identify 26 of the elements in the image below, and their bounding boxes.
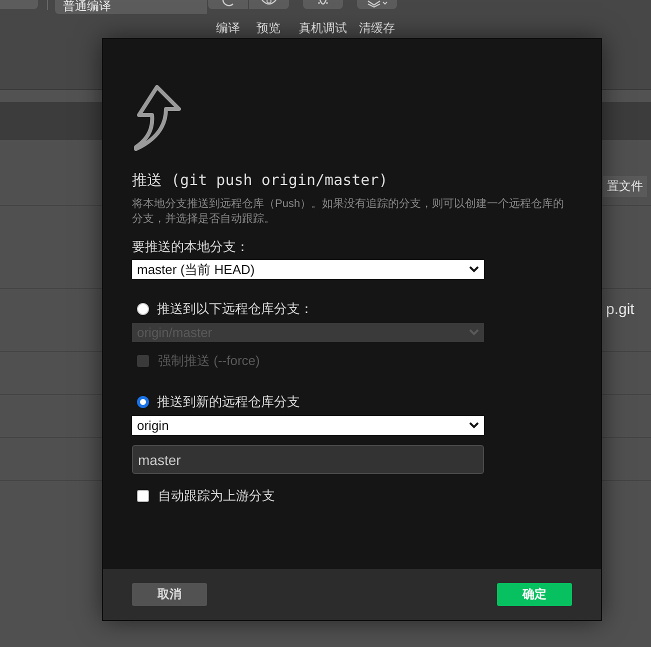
checkbox[interactable]: [137, 490, 149, 502]
radio-button[interactable]: [137, 396, 149, 408]
dialog-description: 将本地分支推送到远程仓库（Push）。如果没有追踪的分支，则可以创建一个远程仓库的分支，并选择是否自动跟踪。: [132, 197, 566, 227]
remote-select[interactable]: origin: [132, 416, 484, 435]
toolbar-label: 清缓存: [359, 21, 395, 35]
checkbox-label: 自动跟踪为上游分支: [158, 487, 275, 505]
compile-mode-select[interactable]: 普通编译: [55, 0, 207, 14]
field-label: 要推送的本地分支：: [132, 239, 250, 255]
local-branch-select[interactable]: master (当前 HEAD): [132, 260, 484, 279]
chevron-down-icon: [469, 329, 479, 336]
toolbar-label: 预览: [256, 21, 280, 35]
toolbar-label: 编译: [216, 21, 240, 35]
radio-button[interactable]: [137, 303, 149, 315]
checkbox-label: 强制推送 (--force): [158, 352, 260, 370]
repo-url: p.git: [606, 301, 634, 318]
option-label: 推送到新的远程仓库分支: [157, 393, 300, 411]
cancel-button[interactable]: 取消: [132, 583, 207, 606]
chevron-down-icon: [469, 422, 479, 429]
chevron-down-icon: [469, 266, 479, 273]
layers-icon: [366, 0, 388, 8]
option-label: 推送到以下远程仓库分支：: [157, 300, 313, 318]
push-arrow-icon: [132, 83, 182, 151]
toolbar-label: 真机调试: [299, 21, 347, 35]
branch-name-field[interactable]: master: [132, 445, 484, 474]
dialog-title: 推送 (git push origin/master): [132, 171, 389, 189]
refresh-icon: [221, 0, 235, 8]
